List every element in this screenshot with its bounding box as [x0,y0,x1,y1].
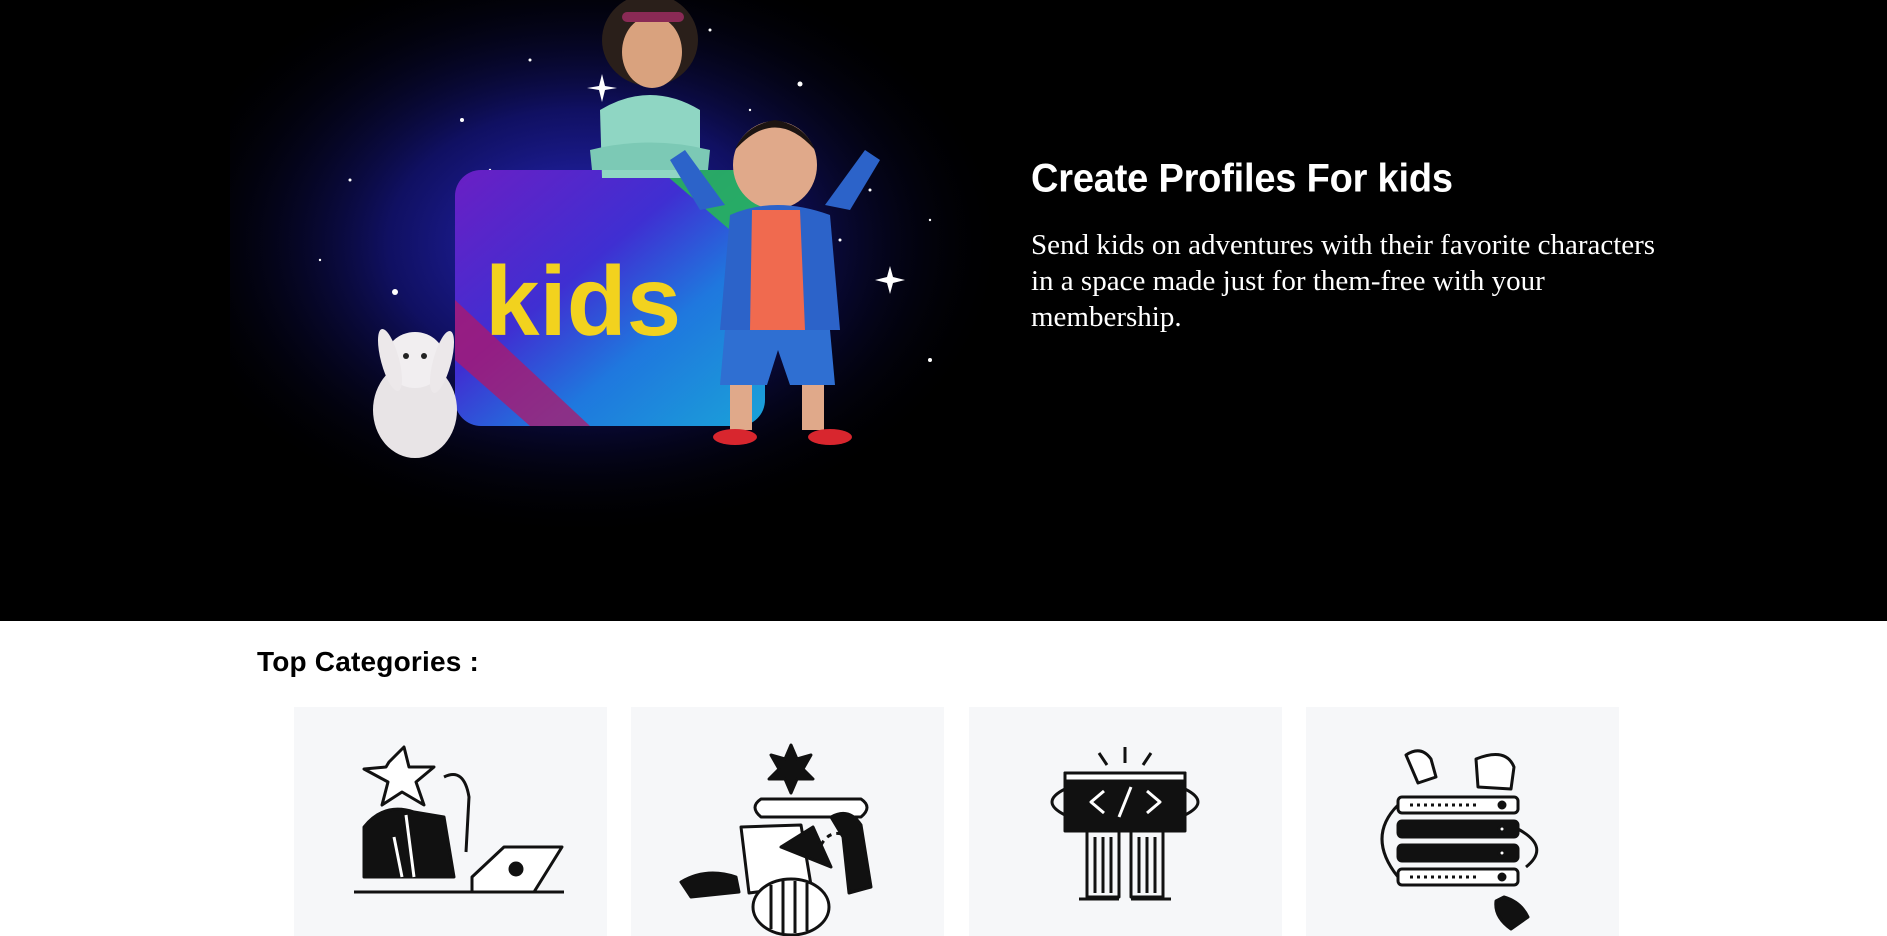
kids-hero-illustration: kids [230,0,1010,540]
hero-text-block: Create Profiles For kids Send kids on ad… [1031,150,1691,335]
code-screen-icon [1050,747,1200,901]
hero-description: Send kids on adventures with their favor… [1031,229,1656,333]
server-stack-icon [1380,749,1539,931]
category-card-4[interactable] [1306,707,1619,936]
design-shapes-icon [679,743,873,936]
business-star-laptop-icon [354,745,564,894]
category-card-3[interactable] [969,707,1282,936]
category-card-1[interactable] [294,707,607,936]
categories-title: Top Categories : [257,646,480,677]
bunny-character [373,329,457,458]
hero-title: Create Profiles For kids [1031,156,1453,201]
top-categories-section: Top Categories : [0,621,1887,936]
category-card-2[interactable] [631,707,944,936]
hero-banner: kids Create Profiles For kids Send kids … [0,0,1887,621]
kids-logo-text: kids [485,246,681,356]
kids-logo-tile: kids [455,170,765,426]
